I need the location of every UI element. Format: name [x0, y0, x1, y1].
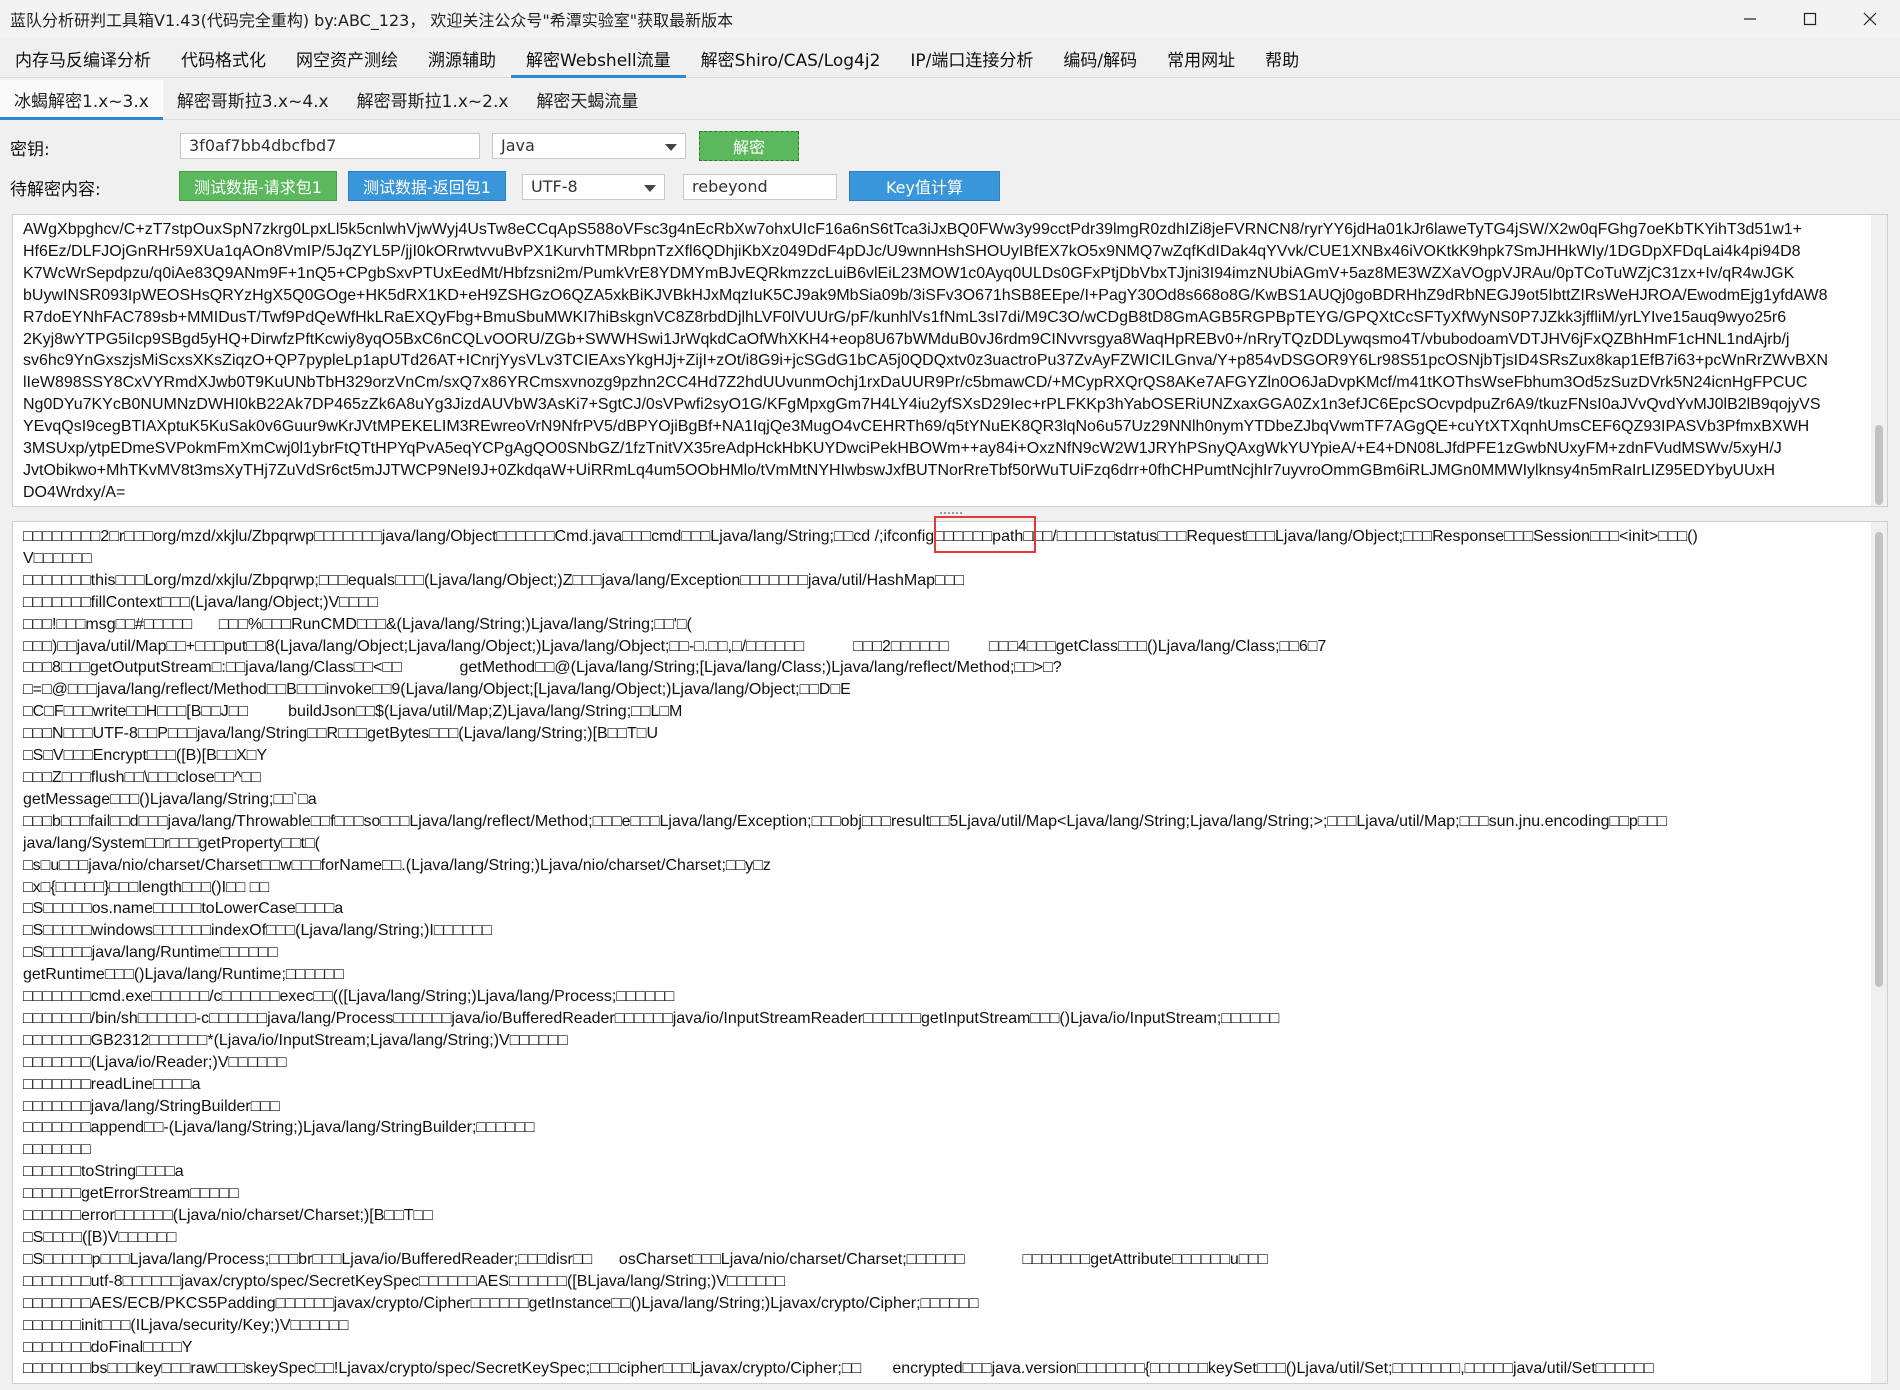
main-menu: 内存马反编译分析 代码格式化 网空资产测绘 溯源辅助 解密Webshell流量 … — [0, 40, 1900, 78]
output-line: □□□□□□□/bin/sh□□□□□□-c□□□□□□java/lang/Pr… — [23, 1009, 1280, 1027]
maximize-icon — [1803, 12, 1817, 26]
tab-godzilla-3-4[interactable]: 解密哥斯拉3.x~4.x — [163, 80, 343, 119]
output-line: □□□□□□getErrorStream□□□□□ — [23, 1185, 239, 1203]
input-line: Hf6Ez/DLFJOjGnRHr59XUa1qAOn8VmIP/5JqZYL5… — [23, 242, 1801, 260]
output-line: □□□b□□□fail□□d□□□java/lang/Throwable□□f□… — [23, 812, 1667, 830]
output-line: □=□@□□□java/lang/reflect/Method□□B□□□inv… — [23, 681, 851, 699]
tab-godzilla-1-2[interactable]: 解密哥斯拉1.x~2.x — [343, 80, 523, 119]
output-line: □S□□□□□java/lang/Runtime□□□□□□ — [23, 944, 278, 962]
input-line: lIeW898SSY8CxVYRmdXJwb0T9KuUNbTbH329orzV… — [23, 374, 1808, 392]
input-line: bUywINSR093IpWEOSHsQRYzHgX5Q0GOge+HK5dRX… — [23, 286, 1828, 304]
output-line: □□□□□□□java/lang/StringBuilder□□□ — [23, 1097, 280, 1115]
menu-webshell-decrypt[interactable]: 解密Webshell流量 — [511, 40, 686, 78]
input-line: DO4Wrdxy/A= — [23, 483, 126, 501]
input-line: YEvqQsI9cegBTIAXptuK5KuSak0v6Guur9wKrJVt… — [23, 418, 1810, 436]
output-line: □□□□□□□ — [23, 1141, 91, 1159]
decrypted-output-content: □□□□□□□□2□r□□□org/mzd/xkjlu/Zbpqrwp□□□□□… — [23, 526, 1861, 1383]
input-line: 3MSUxp/ytpEDmeSVPokmFmXmCwj0l1ybrFtQTtHP… — [23, 440, 1782, 458]
encrypted-input-content: AWgXbpghcv/C+zT7stpOuxSpN7zkrg0LpxLl5k5c… — [23, 219, 1861, 504]
output-line: getRuntime□□□()Ljava/lang/Runtime;□□□□□□ — [23, 966, 344, 984]
menu-trace-assist[interactable]: 溯源辅助 — [413, 40, 511, 77]
output-line: □C□F□□□write□□H□□□[B□□J□□ buildJson□□$(L… — [23, 703, 683, 721]
output-line: □□□)□□java/util/Map□□+□□□put□□8(Ljava/la… — [23, 637, 1327, 655]
test-request-button[interactable]: 测试数据-请求包1 — [179, 171, 337, 201]
output-line: □□□□□□□this□□□Lorg/mzd/xkjlu/Zbpqrwp;□□□… — [23, 571, 965, 589]
output-line: □S□□□□□p□□□Ljava/lang/Process;□□□br□□□Lj… — [23, 1250, 1268, 1268]
chevron-down-icon — [665, 144, 677, 151]
output-line: □S□□□□□os.name□□□□□toLowerCase□□□□a — [23, 900, 344, 918]
input-line: AWgXbpghcv/C+zT7stpOuxSpN7zkrg0LpxLl5k5c… — [23, 221, 1803, 238]
close-button[interactable] — [1840, 0, 1900, 38]
decrypt-button[interactable]: 解密 — [699, 131, 799, 161]
output-line: □□□8□□□getOutputStream□:□□java/lang/Clas… — [23, 659, 1062, 677]
title-bar: 蓝队分析研判工具箱V1.43(代码完全重构) by:ABC_123， 欢迎关注公… — [0, 0, 1900, 38]
window-title: 蓝队分析研判工具箱V1.43(代码完全重构) by:ABC_123， 欢迎关注公… — [10, 11, 734, 30]
minimize-icon — [1744, 18, 1756, 20]
menu-common-urls[interactable]: 常用网址 — [1152, 40, 1250, 77]
menu-shiro-decrypt[interactable]: 解密Shiro/CAS/Log4j2 — [686, 40, 896, 77]
output-line: □S□□□□□windows□□□□□□indexOf□□□(Ljava/lan… — [23, 922, 492, 940]
output-line: □□□□□□□append□□-(Ljava/lang/String;)Ljav… — [23, 1119, 535, 1137]
output-scrollbar-thumb[interactable] — [1875, 532, 1883, 987]
output-line: getMessage□□□()Ljava/lang/String;□□`□a — [23, 790, 317, 808]
output-line: □S□V□□□Encrypt□□□([B)[B□□X□Y — [23, 747, 268, 765]
menu-asset-mapping[interactable]: 网空资产测绘 — [281, 40, 413, 77]
output-scrollbar[interactable] — [1871, 522, 1887, 1383]
window-controls — [1720, 0, 1900, 38]
input-line: Ng0DYu7KYcB0NUMNzDWHI0kB22Ak7DP465zZk6A8… — [23, 396, 1821, 414]
language-select-value: Java — [501, 136, 535, 155]
output-line: □□□N□□□UTF-8□□P□□□java/lang/String□□R□□□… — [23, 725, 658, 743]
menu-memshell-decompile[interactable]: 内存马反编译分析 — [0, 40, 166, 77]
output-line: □□□□□□□cmd.exe□□□□□□/c□□□□□□exec□□(([Lja… — [23, 988, 675, 1006]
encoding-select[interactable]: UTF-8 — [522, 174, 665, 200]
menu-code-format[interactable]: 代码格式化 — [166, 40, 281, 77]
key-calc-button[interactable]: Key值计算 — [849, 171, 1000, 201]
output-line: □□□□□□□bs□□□key□□□raw□□□skeySpec□□!Ljava… — [23, 1360, 1654, 1378]
tab-tianxie-decrypt[interactable]: 解密天蝎流量 — [522, 80, 652, 119]
key-source-input[interactable]: rebeyond — [683, 174, 837, 200]
output-line: □□□□□□□fillContext□□□(Ljava/lang/Object;… — [23, 593, 378, 611]
webshell-subtabs: 冰蝎解密1.x~3.x 解密哥斯拉3.x~4.x 解密哥斯拉1.x~2.x 解密… — [0, 80, 1900, 120]
input-scrollbar-thumb[interactable] — [1875, 425, 1883, 505]
output-line: □□□□□□error□□□□□□(Ljava/nio/charset/Char… — [23, 1207, 433, 1225]
content-label: 待解密内容: — [10, 180, 101, 200]
output-line: □□□□□□□readLine□□□□a — [23, 1075, 201, 1093]
output-line: □□□□□□□(Ljava/io/Reader;)V□□□□□□ — [23, 1053, 287, 1071]
minimize-button[interactable] — [1720, 0, 1780, 38]
input-line: sv6hc9YnGxszjsMiScxsXKsZiqzO+QP7pypleLp1… — [23, 352, 1828, 370]
output-line: □s□u□□□java/nio/charset/Charset□□w□□□for… — [23, 856, 771, 874]
input-line: K7WcWrSepdpzu/q0iAe83Q9ANm9F+1nQ5+CPgbSx… — [23, 264, 1795, 282]
input-line: JvtObikwo+MhTKvMV8t3msXyTHj7ZuVdSr6ct5mJ… — [23, 461, 1776, 479]
output-line: □□□□□□toString□□□□a — [23, 1163, 184, 1181]
output-line: □□□□□□□doFinal□□□□Y — [23, 1338, 193, 1356]
output-line: □S□□□□([B)V□□□□□□ — [23, 1229, 177, 1246]
output-line: □□□□□□□GB2312□□□□□□*(Ljava/io/InputStrea… — [23, 1031, 568, 1049]
test-response-button[interactable]: 测试数据-返回包1 — [348, 171, 506, 201]
output-line: □□□!□□□msg□□#□□□□□ □□□%□□□RunCMD□□□&(Lja… — [23, 615, 692, 633]
output-line: □□□□□□□utf-8□□□□□□javax/crypto/spec/Secr… — [23, 1272, 786, 1290]
language-select[interactable]: Java — [492, 133, 686, 159]
encoding-select-value: UTF-8 — [531, 177, 578, 196]
input-line: 2Kyj8wYTPG5iIcp9SBgd5yHQ+DirwfzPftKcwiy8… — [23, 330, 1790, 348]
menu-encode-decode[interactable]: 编码/解码 — [1048, 40, 1152, 77]
input-scrollbar[interactable] — [1871, 215, 1887, 506]
output-line: □□□□□□init□□□(ILjava/security/Key;)V□□□□… — [23, 1316, 349, 1334]
decrypted-output-textarea[interactable]: □□□□□□□□2□r□□□org/mzd/xkjlu/Zbpqrwp□□□□□… — [12, 521, 1888, 1384]
input-line: R7doEYNhFAC789sb+MMIDusT/Twf9PdQeWfHkLRa… — [23, 308, 1787, 326]
tab-behinder-decrypt[interactable]: 冰蝎解密1.x~3.x — [0, 80, 163, 120]
output-line: □x□{□□□□□}□□□length□□□()I□□ □□ — [23, 878, 270, 896]
encrypted-input-textarea[interactable]: AWgXbpghcv/C+zT7stpOuxSpN7zkrg0LpxLl5k5c… — [12, 214, 1888, 507]
close-icon — [1863, 12, 1877, 26]
output-line: □□□Z□□□flush□□\□□□close□□^□□ — [23, 768, 261, 786]
key-input[interactable]: 3f0af7bb4dbcfbd7 — [180, 133, 480, 159]
menu-help[interactable]: 帮助 — [1250, 40, 1314, 77]
key-label: 密钥: — [10, 140, 50, 160]
output-line: □□□□□□□AES/ECB/PKCS5Padding□□□□□□javax/c… — [23, 1294, 979, 1312]
menu-ip-port-analysis[interactable]: IP/端口连接分析 — [895, 40, 1048, 77]
maximize-button[interactable] — [1780, 0, 1840, 38]
output-line: java/lang/System□□r□□□getProperty□□t□( — [23, 834, 320, 852]
command-highlight-box — [934, 516, 1036, 553]
output-line: iterator□□□()Ljava/util/Iterator;□□□□□□□… — [23, 1380, 1861, 1383]
chevron-down-icon — [644, 185, 656, 192]
